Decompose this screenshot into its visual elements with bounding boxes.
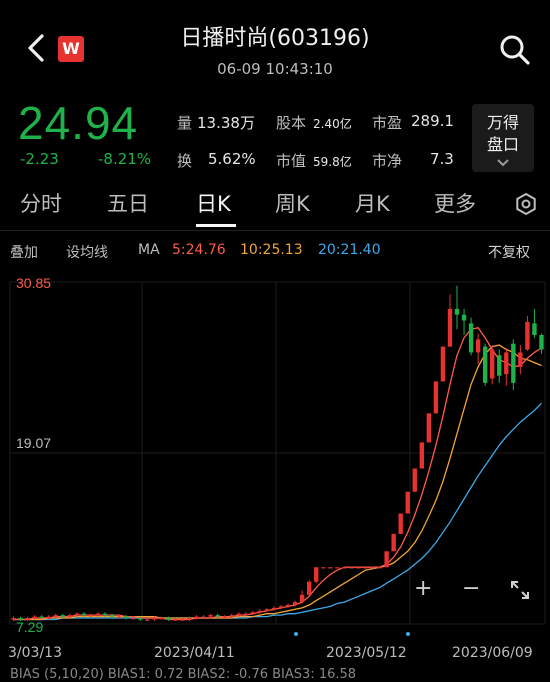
candle: [468, 317, 474, 356]
volume-label: 量: [177, 114, 193, 132]
candle: [419, 442, 424, 469]
tab-five-day[interactable]: 五日: [107, 188, 149, 218]
candle: [518, 345, 523, 375]
ma10-value: 10:25.13: [240, 242, 303, 258]
candle: [426, 413, 432, 443]
event-marker: [406, 632, 410, 636]
candle: [356, 567, 361, 569]
search-icon[interactable]: [498, 33, 532, 67]
candle: [433, 381, 439, 414]
quote-timestamp: 06-09 10:43:10: [217, 60, 333, 78]
event-marker: [294, 632, 298, 636]
candle: [306, 580, 312, 597]
last-price: 24.94: [18, 97, 139, 149]
candle: [102, 612, 108, 617]
pb-value: 7.3: [430, 150, 454, 168]
candle: [342, 567, 347, 569]
candle: [504, 348, 509, 386]
candle: [187, 616, 192, 621]
candle: [497, 349, 502, 383]
candle: [201, 615, 206, 619]
tab-monthly-k[interactable]: 月K: [355, 188, 390, 218]
tab-more[interactable]: 更多: [434, 188, 476, 218]
candle: [461, 308, 467, 335]
candle: [412, 468, 417, 492]
candle: [349, 567, 354, 569]
candle: [391, 533, 396, 552]
stock-title: 日播时尚(603196): [180, 26, 370, 51]
overlay-button[interactable]: 叠加: [10, 242, 38, 262]
candle: [81, 612, 87, 617]
pb-label: 市净: [372, 152, 403, 170]
pe-value: 289.1: [411, 112, 454, 130]
zoom-in-button[interactable]: +: [414, 576, 432, 601]
candle: [447, 294, 453, 347]
y-axis-min-label: 7.29: [16, 619, 43, 635]
candle: [321, 567, 326, 569]
candle: [166, 616, 171, 621]
candle: [539, 333, 544, 354]
candle: [532, 308, 537, 338]
candle: [370, 567, 375, 569]
ma5-value: 5:24.76: [172, 242, 226, 258]
candle: [398, 513, 403, 534]
candle: [159, 616, 164, 620]
bias-indicator-row: BIAS (5,10,20) BIAS1: 0.72 BIAS2: -0.76 …: [10, 667, 357, 682]
x-axis-date-label: 3/03/13: [8, 645, 62, 661]
y-axis-mid-label: 19.07: [16, 435, 51, 451]
tab-intraday[interactable]: 分时: [20, 188, 62, 218]
ma-label: MA: [138, 242, 160, 258]
candle: [363, 567, 368, 569]
tab-daily-k[interactable]: 日K: [196, 188, 231, 218]
candle: [299, 590, 305, 604]
chevron-down-icon: [497, 159, 509, 167]
candle: [95, 612, 101, 617]
candle: [328, 567, 333, 569]
candle: [243, 612, 249, 616]
candle: [384, 551, 389, 568]
zoom-out-button[interactable]: −: [462, 576, 480, 601]
turnover-label: 换: [177, 152, 193, 170]
candle: [222, 615, 227, 619]
candle: [490, 345, 495, 385]
volume-value: 13.38万: [197, 114, 255, 132]
y-axis-max-label: 30.85: [16, 275, 51, 291]
candle: [511, 339, 516, 391]
candle: [314, 567, 319, 584]
candle: [454, 285, 460, 330]
price-change: -2.23: [20, 150, 59, 168]
market-cap-label: 市值: [276, 152, 307, 170]
share-capital-label: 股本: [276, 114, 307, 132]
candle: [440, 346, 446, 382]
adjustment-selector[interactable]: 不复权: [488, 242, 530, 262]
x-axis-date-label: 2023/04/11: [154, 645, 235, 661]
candle: [482, 343, 488, 386]
candle: [525, 316, 530, 351]
chart-grid: [9, 281, 546, 625]
price-change-percent: -8.21%: [98, 150, 152, 168]
pe-label: 市盈: [372, 114, 403, 132]
settings-icon[interactable]: [514, 192, 538, 216]
candle: [475, 333, 481, 365]
wande-order-book-label: 万得 盘口: [486, 113, 519, 154]
share-capital-value: 2.40亿: [313, 117, 352, 131]
set-ma-button[interactable]: 设均线: [66, 242, 108, 262]
ma20-value: 20:21.40: [318, 242, 381, 258]
candle: [377, 567, 382, 569]
x-axis-date-label: 2023/06/09: [452, 645, 533, 661]
fullscreen-icon[interactable]: [510, 580, 530, 600]
candle: [335, 567, 340, 569]
candle: [405, 491, 410, 514]
tab-weekly-k[interactable]: 周K: [275, 188, 310, 218]
active-tab-indicator: [196, 224, 236, 227]
x-axis-date-label: 2023/05/12: [326, 645, 407, 661]
turnover-value: 5.62%: [208, 150, 256, 168]
market-cap-value: 59.8亿: [313, 155, 352, 169]
